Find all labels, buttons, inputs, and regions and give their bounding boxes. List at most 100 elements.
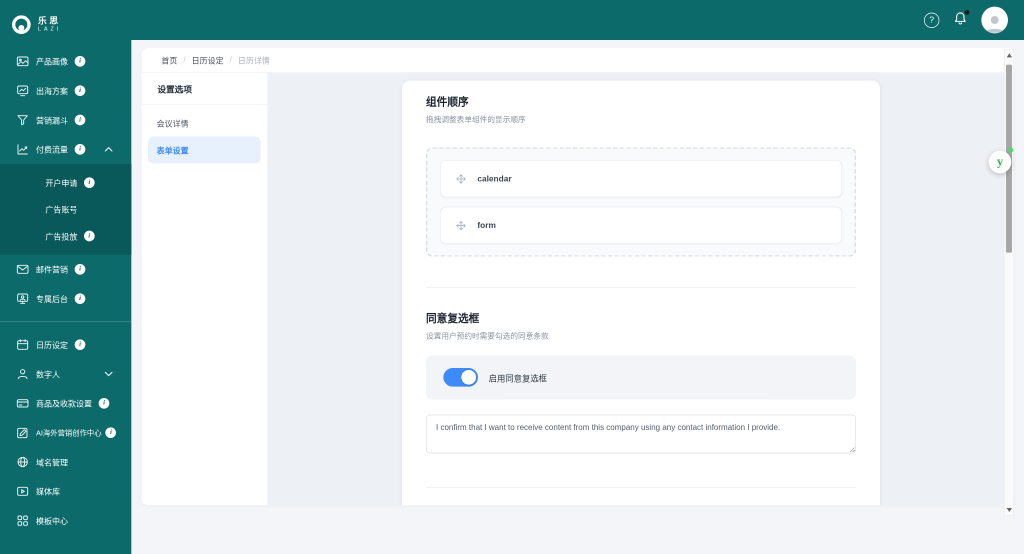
envelope-icon: [16, 264, 29, 274]
consent-text-input[interactable]: I confirm that I want to receive content…: [426, 414, 857, 454]
sidebar-item-label: 域名管理: [36, 457, 69, 468]
consent-toggle[interactable]: [443, 368, 479, 387]
sidebar-item-media-library[interactable]: 媒体库: [0, 477, 131, 506]
brand-name-en: LAZI: [38, 26, 62, 33]
video-play-icon: [17, 486, 29, 496]
brand-logo-icon: [12, 15, 31, 34]
floating-widget-button[interactable]: y: [988, 150, 1012, 174]
settings-item-form-settings[interactable]: 表单设置: [148, 136, 261, 164]
sidebar-item-domain-management[interactable]: 域名管理: [0, 447, 131, 476]
toggle-knob: [461, 370, 477, 385]
info-icon[interactable]: i: [74, 114, 86, 126]
sidebar-item-template-center[interactable]: 模板中心: [0, 506, 131, 535]
section-divider: [426, 287, 857, 289]
notification-bell-icon[interactable]: [953, 10, 970, 30]
sidebar-item-overseas-plan[interactable]: 出海方案 i: [0, 76, 131, 105]
sidebar-item-label: 模板中心: [36, 516, 69, 526]
form-settings-card: 组件顺序 拖拽调整表单组件的显示顺序 calendar form 同意复选框 设…: [402, 80, 881, 506]
sidebar-item-label: 邮件营销: [36, 265, 69, 275]
breadcrumb-calendar-settings[interactable]: 日历设定: [192, 54, 224, 65]
sidebar-item-exclusive-backend[interactable]: 专属后台 i: [0, 284, 131, 313]
funnel-icon: [17, 115, 28, 126]
consent-checkbox-title: 同意复选框: [426, 313, 480, 325]
sidebar-item-ai-overseas-center[interactable]: AI海外营销创作中心 i: [0, 418, 131, 447]
person-icon: [17, 369, 28, 380]
sidebar-item-label: 专属后台: [36, 294, 69, 304]
breadcrumb-separator: /: [183, 55, 186, 65]
sidebar-item-email-marketing[interactable]: 邮件营销 i: [0, 255, 131, 284]
presentation-chart-icon: [17, 85, 29, 97]
content-area: 组件顺序 拖拽调整表单组件的显示顺序 calendar form 同意复选框 设…: [268, 72, 1015, 506]
brand-logo: 乐思 LAZI: [0, 0, 131, 40]
info-icon[interactable]: i: [105, 427, 117, 439]
sidebar-item-label: 日历设定: [36, 340, 69, 350]
component-order-title: 组件顺序: [426, 96, 469, 109]
chevron-up-icon: [104, 147, 113, 152]
section-divider: [426, 487, 857, 489]
drag-item-label: calendar: [477, 174, 512, 184]
breadcrumb-home[interactable]: 首页: [161, 54, 177, 65]
breadcrumb-separator: /: [229, 55, 232, 65]
move-icon[interactable]: [455, 220, 466, 231]
help-icon[interactable]: ?: [924, 12, 940, 28]
info-icon[interactable]: i: [74, 293, 86, 305]
sidebar-item-goods-payment-settings[interactable]: 商品及收款设置 i: [0, 389, 131, 418]
info-icon[interactable]: i: [74, 264, 86, 275]
sidebar-nav: 产品画像 i 出海方案 i 营销漏斗 i 付费流量 i 开户申请 i 广告账号 …: [0, 40, 132, 535]
edit-square-icon: [17, 427, 28, 439]
brand-name-zh: 乐思: [38, 15, 61, 26]
sidebar: 乐思 LAZI 产品画像 i 出海方案 i 营销漏斗 i 付费流量 i 开户申请…: [0, 0, 132, 554]
settings-panel-title: 设置选项: [141, 73, 268, 105]
sidebar-item-label: 出海方案: [36, 86, 69, 96]
globe-icon: [17, 456, 28, 468]
notification-dot: [964, 10, 970, 15]
scrollbar[interactable]: [1004, 49, 1015, 517]
sidebar-item-label: 产品画像: [36, 57, 69, 67]
info-icon[interactable]: i: [74, 144, 86, 155]
settings-item-meeting-details[interactable]: 会议详情: [148, 110, 261, 137]
page-background: 首页 / 日历设定 / 日历详情 设置选项 会议详情 表单设置 组件顺序 拖拽调…: [131, 40, 1024, 554]
sidebar-subitem-ad-account[interactable]: 广告账号: [0, 196, 131, 223]
sidebar-subitem-account-application[interactable]: 开户申请 i: [0, 169, 131, 196]
scrollbar-down-arrow[interactable]: [1006, 508, 1013, 513]
consent-checkbox-subtitle: 设置用户预约时需要勾选的同意条款: [426, 332, 549, 341]
image-icon: [16, 56, 29, 67]
sidebar-item-paid-traffic[interactable]: 付费流量 i: [0, 135, 131, 164]
consent-toggle-label: 启用同意复选框: [488, 373, 548, 384]
monitor-user-icon: [17, 293, 29, 304]
move-icon[interactable]: [455, 173, 466, 184]
calendar-icon: [17, 339, 29, 350]
settings-options-panel: 设置选项 会议详情 表单设置: [141, 72, 269, 506]
sidebar-item-calendar-settings[interactable]: 日历设定 i: [0, 330, 131, 359]
floating-widget-dot: [1008, 147, 1014, 153]
info-icon[interactable]: i: [74, 339, 86, 351]
breadcrumb: 首页 / 日历设定 / 日历详情: [141, 48, 1015, 73]
breadcrumb-current: 日历详情: [237, 55, 270, 66]
component-order-dropzone: calendar form: [426, 147, 857, 257]
top-bar: ?: [0, 0, 1024, 41]
sidebar-item-label: 数字人: [36, 369, 61, 380]
drag-item-calendar[interactable]: calendar: [440, 160, 843, 198]
sidebar-item-label: 营销漏斗: [36, 115, 69, 126]
sidebar-item-marketing-funnel[interactable]: 营销漏斗 i: [0, 105, 131, 134]
grid-icon: [17, 515, 28, 526]
scrollbar-up-arrow[interactable]: [1006, 53, 1013, 58]
info-icon[interactable]: i: [84, 177, 95, 189]
component-order-subtitle: 拖拽调整表单组件的显示顺序: [426, 116, 526, 125]
chart-line-icon: [17, 144, 28, 155]
credit-card-icon: [16, 399, 29, 408]
info-icon[interactable]: i: [74, 56, 86, 67]
sidebar-subitem-ad-delivery[interactable]: 广告投放 i: [0, 223, 131, 250]
drag-item-form[interactable]: form: [440, 206, 843, 245]
info-icon[interactable]: i: [84, 230, 95, 242]
user-avatar[interactable]: [981, 6, 1009, 34]
chevron-down-icon: [104, 371, 113, 377]
sidebar-item-digital-human[interactable]: 数字人: [0, 359, 131, 388]
sidebar-item-product-image[interactable]: 产品画像 i: [0, 47, 131, 76]
drag-item-label: form: [477, 220, 496, 231]
info-icon[interactable]: i: [74, 85, 86, 97]
sidebar-subitem-label: 开户申请: [45, 178, 78, 188]
info-icon[interactable]: i: [98, 398, 110, 409]
sidebar-divider: [0, 321, 132, 323]
sidebar-subitem-label: 广告账号: [45, 205, 78, 215]
